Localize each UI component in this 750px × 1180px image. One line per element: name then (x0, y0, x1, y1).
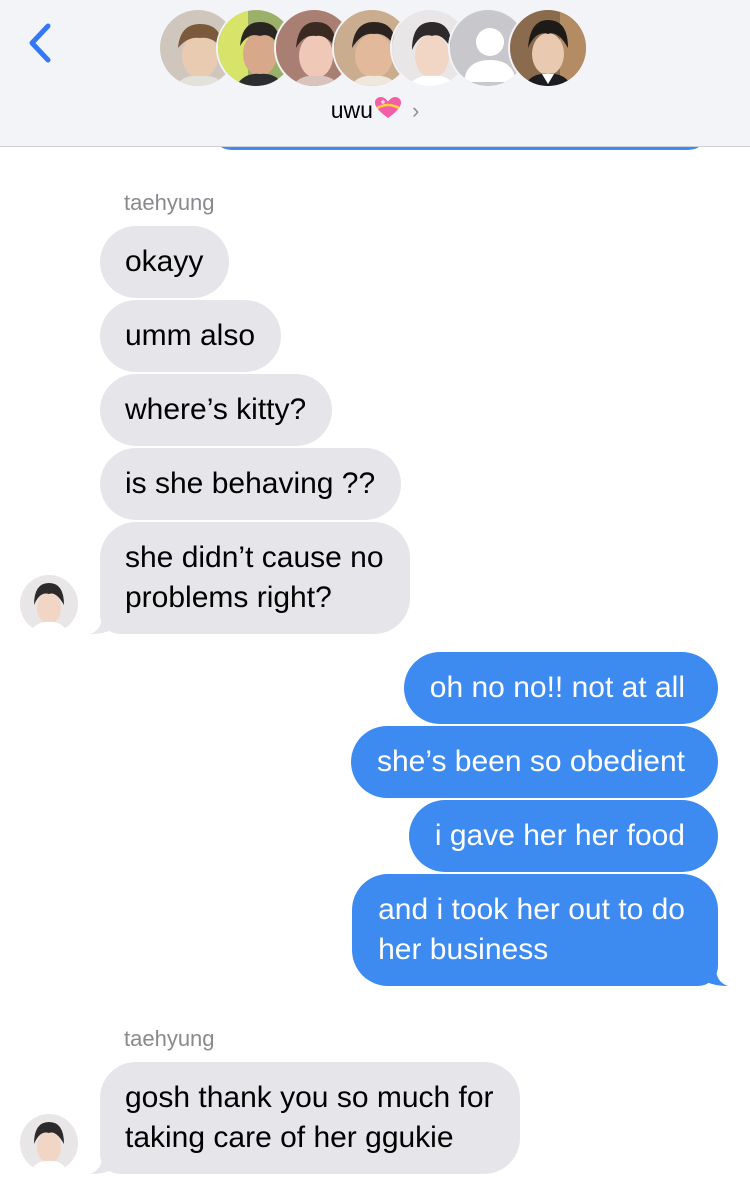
chevron-left-icon (29, 23, 51, 63)
heart-with-ribbon-icon (374, 97, 401, 118)
message-line: her business (378, 933, 549, 966)
conversation-header: uwu › (0, 0, 750, 147)
messages-screen: uwu › taehyung okayy umm also where’s kit… (0, 0, 750, 1180)
message-line: gosh thank you so much for (125, 1081, 494, 1114)
group-name: uwu (330, 97, 373, 123)
message-line: taking care of her ggukie (125, 1121, 454, 1154)
outgoing-message[interactable]: she’s been so obedient (350, 726, 718, 798)
message-line: problems right? (125, 581, 332, 614)
outgoing-message[interactable]: and i took her out to do her business (352, 874, 718, 986)
sender-name: taehyung (124, 190, 215, 215)
incoming-message[interactable]: where’s kitty? (100, 374, 333, 446)
avatar-photo (510, 10, 586, 86)
message-line: and i took her out to do (378, 893, 685, 926)
outgoing-message[interactable]: oh no no!! not at all (403, 652, 718, 724)
outgoing-message[interactable]: i gave her her food (408, 800, 718, 872)
message-line: she didn’t cause no (125, 541, 384, 574)
chevron-right-icon: › (411, 98, 420, 123)
incoming-message[interactable]: she didn’t cause no problems right? (100, 522, 410, 634)
bubble-tail (700, 958, 728, 986)
incoming-message[interactable]: gosh thank you so much for taking care o… (100, 1062, 520, 1174)
avatar-photo (20, 575, 78, 633)
contact-avatar[interactable] (20, 1114, 78, 1172)
incoming-message[interactable]: okayy (100, 226, 230, 298)
incoming-message[interactable]: umm also (100, 300, 282, 372)
bubble-tail (90, 1146, 118, 1174)
contact-avatar[interactable] (20, 575, 78, 633)
incoming-message[interactable]: is she behaving ?? (100, 448, 402, 520)
avatar (508, 8, 588, 88)
avatar-photo (20, 1114, 78, 1172)
group-name-button[interactable]: uwu › (0, 96, 750, 124)
sender-name: taehyung (124, 1026, 215, 1051)
bubble-tail (90, 606, 118, 634)
back-button[interactable] (22, 20, 62, 66)
group-avatars[interactable] (158, 8, 598, 88)
